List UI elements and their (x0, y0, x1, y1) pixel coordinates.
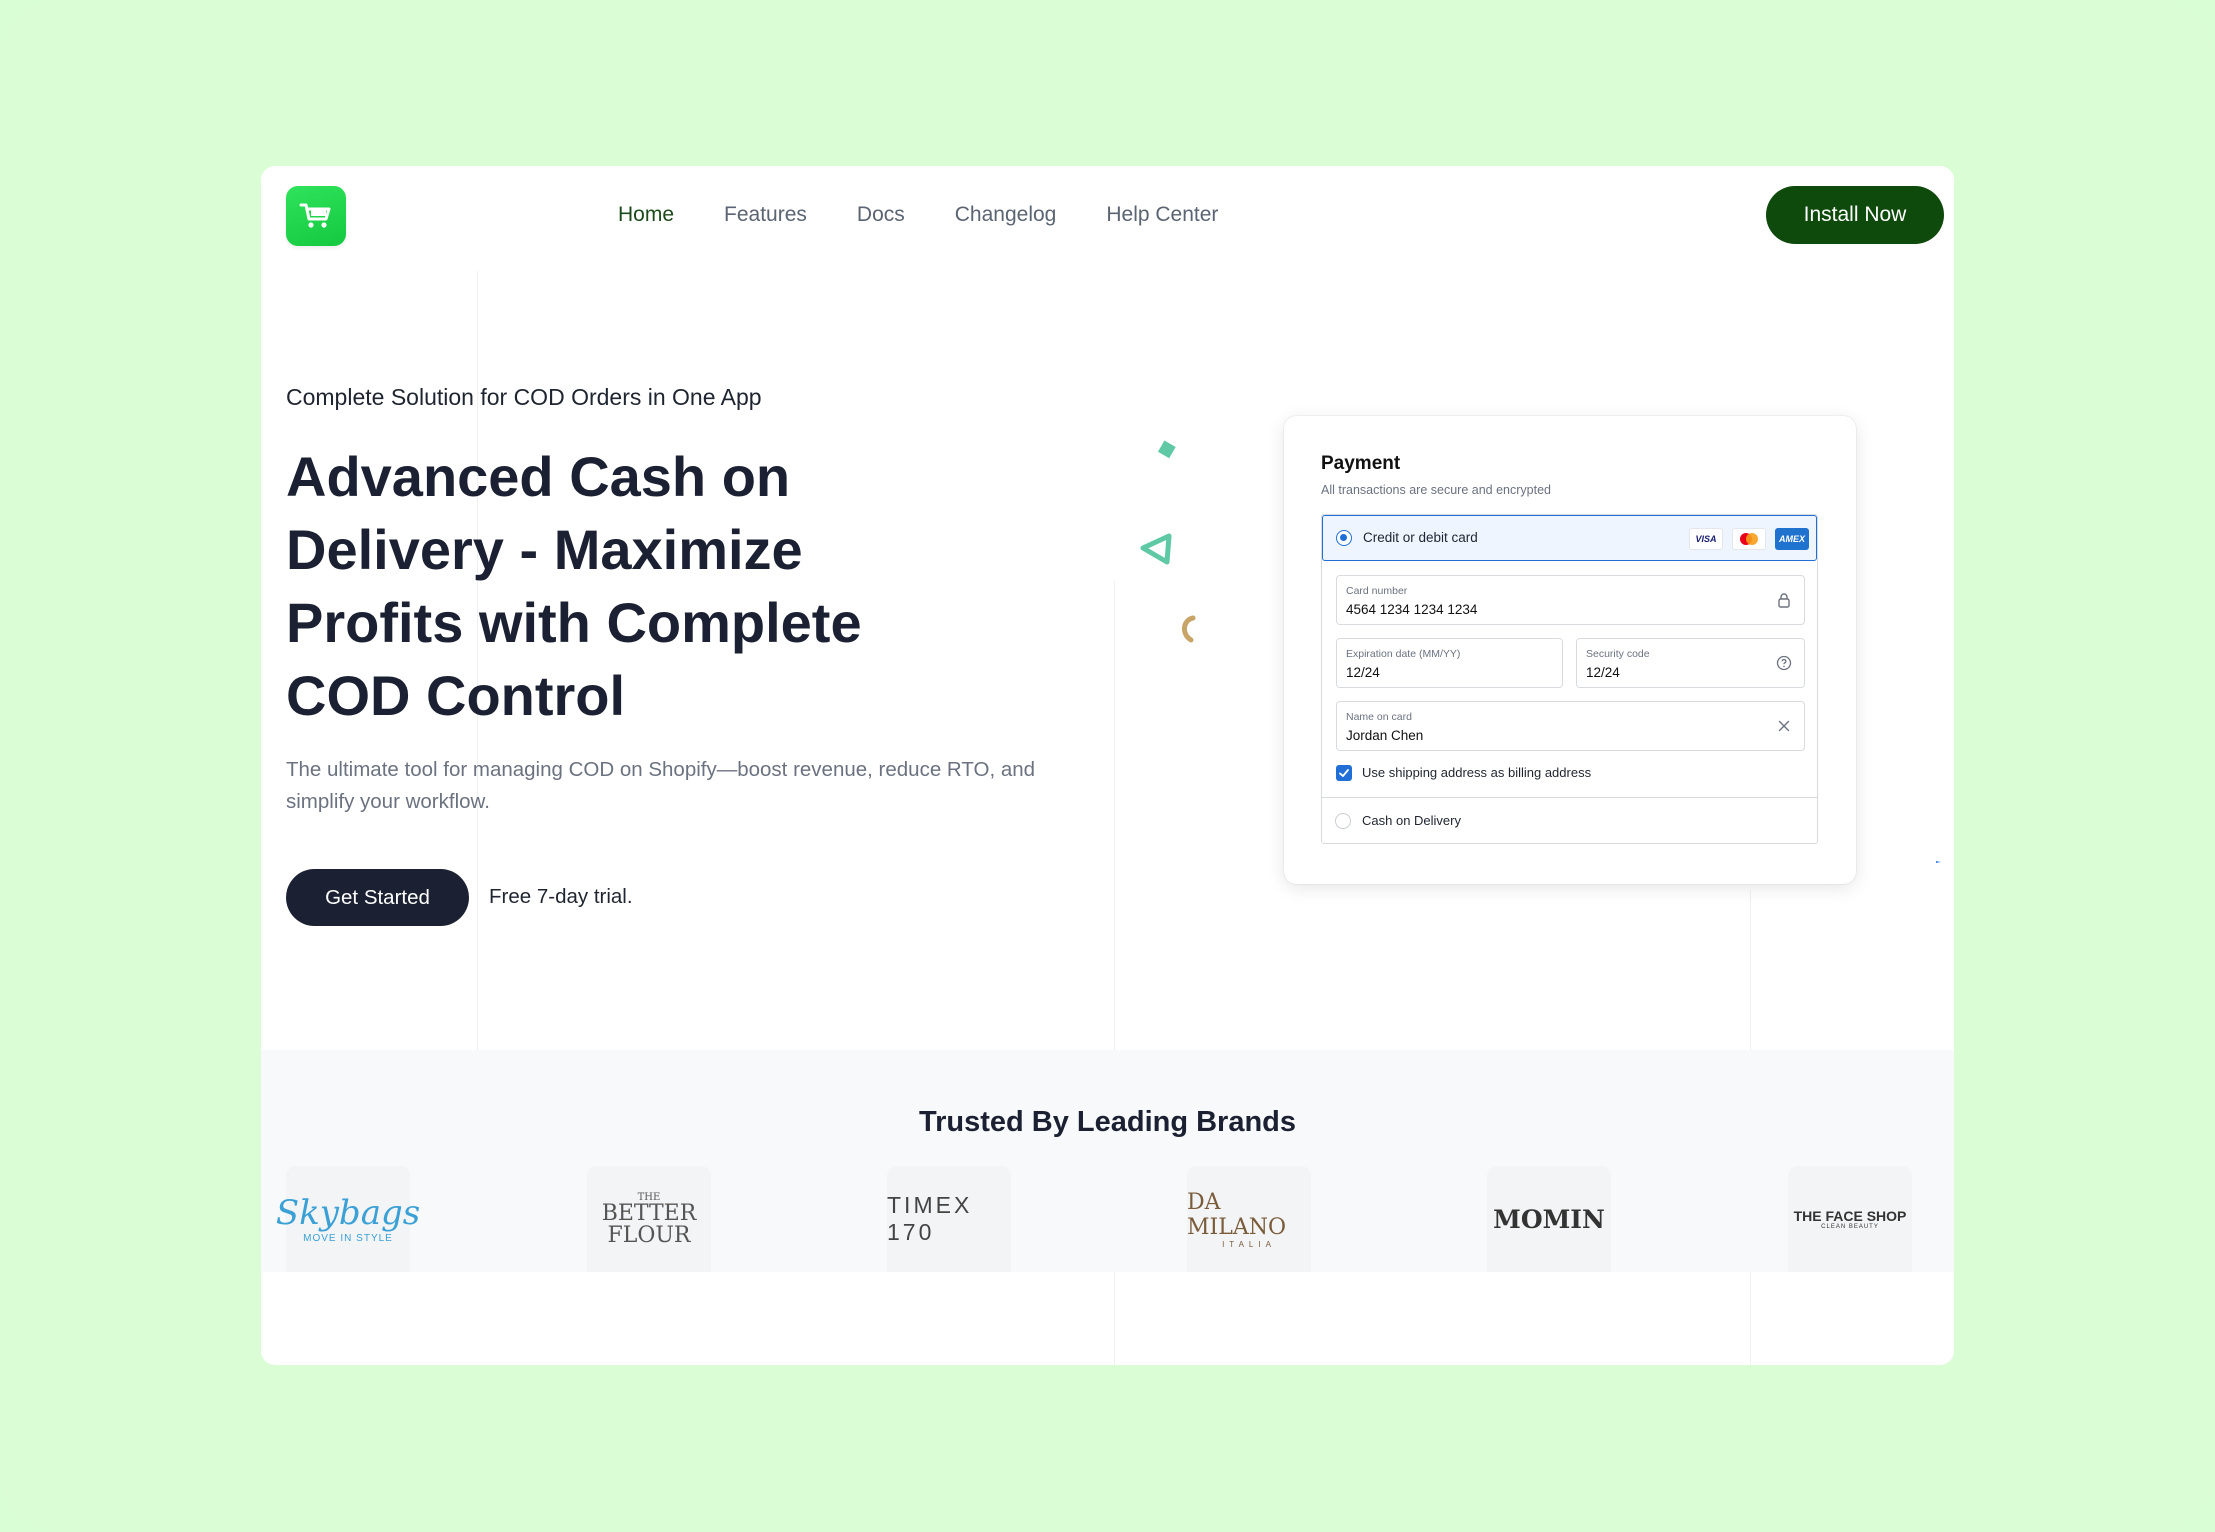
billing-address-label: Use shipping address as billing address (1362, 765, 1592, 780)
expiry-field[interactable]: Expiration date (MM/YY) 12/24 (1336, 638, 1563, 688)
nav-link-home[interactable]: Home (618, 203, 674, 227)
expiry-value: 12/24 (1346, 665, 1380, 680)
grid-line (1750, 1272, 1751, 1365)
method-divider (1322, 797, 1817, 798)
name-on-card-label: Name on card (1346, 711, 1412, 723)
payment-title: Payment (1321, 453, 1401, 474)
card-number-field[interactable]: Card number 4564 1234 1234 1234 (1336, 575, 1805, 625)
brand-logo-momin: MOMIN (1487, 1166, 1611, 1272)
grid-line (1114, 581, 1115, 1051)
mastercard-icon (1732, 528, 1766, 550)
brand-tagline: ITALIA (1222, 1239, 1276, 1249)
visa-icon: VISA (1689, 528, 1723, 550)
brand-name: TIMEX 170 (887, 1192, 973, 1245)
expiry-label: Expiration date (MM/YY) (1346, 648, 1461, 660)
security-code-field[interactable]: Security code 12/24 (1576, 638, 1805, 688)
install-now-button[interactable]: Install Now (1766, 186, 1944, 244)
nav-links: Home Features Docs Changelog Help Center (618, 203, 1218, 227)
payment-methods: Credit or debit card VISA AMEX Card numb… (1321, 514, 1818, 844)
method-cod-label[interactable]: Cash on Delivery (1362, 813, 1461, 828)
nav-link-features[interactable]: Features (724, 203, 807, 227)
top-nav: Home Features Docs Changelog Help Center… (261, 166, 1954, 276)
radio-credit-card[interactable] (1336, 530, 1352, 546)
brands-section (261, 1050, 1954, 1272)
payment-subtitle: All transactions are secure and encrypte… (1321, 483, 1551, 497)
hero-title: Advanced Cash on Delivery - Maximize Pro… (286, 445, 862, 727)
method-credit-card-label: Credit or debit card (1363, 530, 1478, 545)
get-started-button[interactable]: Get Started (286, 869, 469, 926)
brand-name: BETTER FLOUR (601, 1200, 697, 1248)
brand-logo-skybags: Skybags MOVE IN STYLE (276, 1166, 420, 1272)
brand-tagline: CLEAN BEAUTY (1821, 1224, 1879, 1230)
nav-link-docs[interactable]: Docs (857, 203, 905, 227)
payment-card: Payment All transactions are secure and … (1284, 416, 1856, 884)
brand-name: Skybags (275, 1192, 421, 1233)
app-logo[interactable] (286, 186, 346, 246)
hero-eyebrow: Complete Solution for COD Orders in One … (286, 384, 762, 410)
brand-tagline: MOVE IN STYLE (303, 1232, 393, 1244)
radio-cash-on-delivery[interactable] (1335, 813, 1351, 829)
name-on-card-field[interactable]: Name on card Jordan Chen (1336, 701, 1805, 751)
name-on-card-value: Jordan Chen (1346, 728, 1424, 743)
diamond-shape-icon (1157, 440, 1176, 459)
brand-logo-the-face-shop: THE FACE SHOP CLEAN BEAUTY (1788, 1166, 1912, 1272)
brand-logo-better-flour: THE BETTER FLOUR (587, 1166, 711, 1272)
grid-line (1114, 1272, 1115, 1365)
method-credit-card[interactable]: Credit or debit card VISA AMEX (1322, 515, 1817, 561)
brand-name: MOMIN (1493, 1204, 1605, 1234)
trial-note: Free 7-day trial. (489, 885, 633, 908)
brand-logo-timex: TIMEX 170 (887, 1166, 1011, 1272)
lock-icon (1778, 593, 1790, 608)
amex-icon: AMEX (1775, 528, 1809, 550)
triangle-shape-icon (1140, 533, 1172, 565)
brand-name: THE FACE SHOP (1793, 1208, 1907, 1224)
card-number-value: 4564 1234 1234 1234 (1346, 602, 1478, 617)
grid-line (1750, 886, 1751, 1051)
security-code-value: 12/24 (1586, 665, 1620, 680)
help-circle-icon[interactable] (1776, 655, 1792, 671)
brands-title: Trusted By Leading Brands (918, 1106, 1297, 1138)
brand-name: DA MILANO (1187, 1189, 1286, 1240)
billing-address-checkbox[interactable] (1336, 765, 1352, 781)
nav-link-changelog[interactable]: Changelog (955, 203, 1057, 227)
cart-icon (299, 203, 331, 228)
card-number-label: Card number (1346, 585, 1408, 597)
checkmark-icon (1339, 769, 1349, 777)
brand-logo-da-milano: DA MILANO ITALIA (1187, 1166, 1311, 1272)
website-frame: Home Features Docs Changelog Help Center… (261, 166, 1954, 1365)
hero-subtitle: The ultimate tool for managing COD on Sh… (286, 758, 1036, 813)
clear-icon[interactable] (1776, 718, 1792, 734)
security-code-label: Security code (1586, 648, 1650, 660)
nav-link-help-center[interactable]: Help Center (1106, 203, 1218, 227)
